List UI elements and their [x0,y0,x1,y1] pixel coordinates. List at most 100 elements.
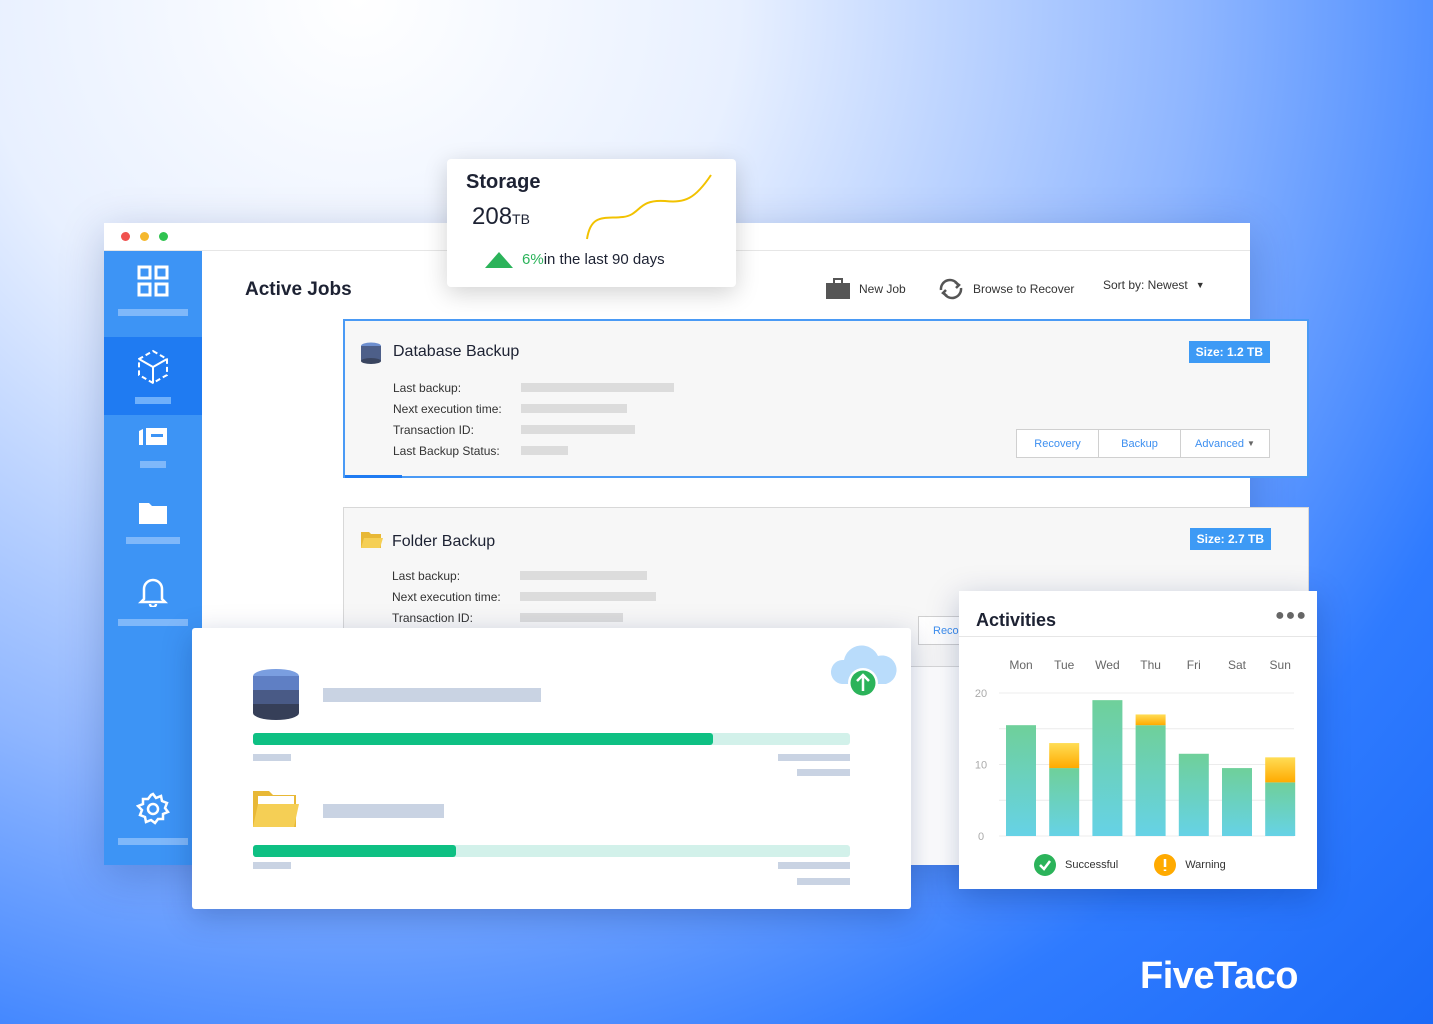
sidebar-item-settings[interactable] [104,779,202,857]
more-options-icon[interactable]: ●●● [1275,607,1307,625]
progress-indicator [345,475,402,478]
gear-icon [136,791,170,825]
storage-card: Storage 208TB 6% in the last 90 days [447,159,736,287]
x-tick-label: Tue [1054,658,1075,672]
value-placeholder [521,383,674,392]
page-title: Active Jobs [245,279,352,300]
refresh-icon [939,278,963,300]
triangle-up-icon [485,251,513,268]
recovery-button[interactable]: Recovery [1017,430,1099,457]
x-tick-label: Fri [1187,658,1201,672]
sidebar-item-files[interactable] [104,483,202,561]
field-label: Transaction ID: [393,423,474,437]
bar-successful [1006,725,1036,836]
folder-icon [253,791,299,827]
briefcase-icon [826,278,850,299]
activities-title: Activities [976,610,1057,630]
storage-value: 208TB [472,203,530,230]
job-card-database[interactable]: Database Backup Size: 1.2 TB Last backup… [343,319,1309,478]
sidebar-item-jobs[interactable] [104,337,202,415]
value-placeholder [520,592,656,601]
bar-successful [1178,753,1209,836]
check-circle-icon [1034,854,1056,876]
job-title: Folder Backup [392,533,496,550]
value-placeholder [521,425,635,434]
upload-panel [192,628,911,909]
progress-bar [253,733,850,745]
placeholder [253,754,291,761]
activities-card: Activities ●●● 0 10 20 Mon Tue Wed Thu Fri Sat Su… [959,591,1317,889]
x-tick-label: Sat [1228,658,1247,672]
bar-successful [1135,725,1166,836]
storage-title: Storage [466,171,541,193]
y-tick-label: 0 [978,831,984,843]
storage-change: 6% in the last 90 days [485,251,665,268]
sidebar-item-cards[interactable] [104,407,202,485]
bar-successful [1092,700,1123,836]
sidebar-item-dashboard[interactable] [104,251,202,329]
legend: Successful Warning [1034,854,1226,876]
maximize-dot[interactable] [159,232,168,241]
recovery-button-label: Reco [933,624,959,637]
progress-fill [253,733,713,745]
bar-successful [1222,768,1252,836]
field-label: Last backup: [393,381,462,395]
storage-trend-line [586,174,712,240]
size-badge: Size: 2.7 TB [1189,528,1271,550]
file-name-placeholder [323,688,541,702]
bar-successful [1049,768,1080,836]
progress-fill [253,845,456,857]
legend-successful: Successful [1065,859,1119,871]
bar-warning [1049,743,1080,769]
x-tick-label: Mon [1009,658,1032,672]
file-name-placeholder [323,804,444,818]
progress-bar [253,845,850,857]
grid-icon [137,265,169,296]
folder-icon [139,502,167,524]
cloud-upload-icon [830,645,897,698]
minimize-dot[interactable] [140,232,149,241]
backup-button[interactable]: Backup [1099,430,1181,457]
database-icon [253,669,299,720]
value-placeholder [520,613,623,622]
value-placeholder [521,446,568,455]
new-job-button[interactable]: New Job [825,278,906,300]
x-tick-label: Sun [1270,658,1291,672]
bar-successful [1265,782,1296,836]
field-label: Next execution time: [392,590,501,604]
field-label: Next execution time: [393,402,502,416]
folder-icon [361,532,383,548]
field-label: Last backup: [392,569,461,583]
brand-logo: FiveTaco [1140,955,1298,997]
value-placeholder [521,404,627,413]
sort-dropdown[interactable]: Sort by: Newest ▼ [1103,278,1205,292]
warning-circle-icon [1154,854,1177,876]
y-tick-label: 20 [975,688,987,700]
sidebar [104,251,202,865]
x-tick-label: Thu [1140,658,1161,672]
cards-icon [139,427,167,445]
y-tick-label: 10 [975,760,987,772]
advanced-dropdown[interactable]: Advanced ▼ [1181,430,1269,457]
legend-warning: Warning [1185,859,1226,871]
job-title: Database Backup [393,343,520,360]
divider [959,636,1317,637]
bar-warning [1265,757,1296,783]
caret-down-icon: ▼ [1247,439,1255,448]
sidebar-item-notifications[interactable] [104,561,202,639]
placeholder [778,754,850,761]
placeholder [797,878,850,885]
bar-warning [1135,714,1166,726]
browse-to-recover-button[interactable]: Browse to Recover [937,278,1074,300]
action-button-group: Recovery Backup Advanced ▼ [1016,429,1270,458]
field-label: Transaction ID: [392,611,473,625]
placeholder [778,862,850,869]
database-icon [361,342,381,364]
close-dot[interactable] [121,232,130,241]
field-label: Last Backup Status: [393,444,500,458]
value-placeholder [520,571,647,580]
bell-icon [138,578,168,607]
cube-icon [138,349,168,384]
placeholder [797,769,850,776]
placeholder [253,862,291,869]
